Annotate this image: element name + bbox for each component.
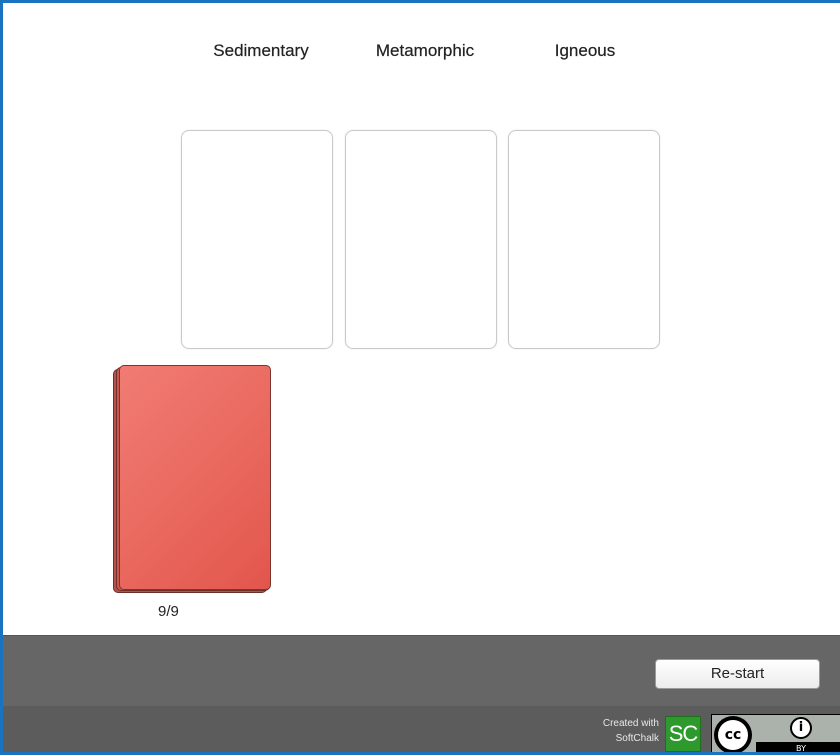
deck-counter: 9/9 <box>158 603 179 620</box>
category-label-sedimentary: Sedimentary <box>213 41 309 60</box>
created-with-text: Created with SoftChalk <box>563 716 659 746</box>
softchalk-logo-text: SC <box>668 721 699 746</box>
attribution-person-icon: i <box>790 717 812 739</box>
creative-commons-badge[interactable]: cc i BY <box>711 714 840 753</box>
by-label: BY <box>796 744 806 753</box>
footer-bar: Created with SoftChalk SC cc i BY <box>3 706 840 753</box>
card-deck[interactable] <box>113 365 275 595</box>
control-bar: Re-start <box>3 635 840 707</box>
restart-button[interactable]: Re-start <box>655 659 820 689</box>
created-with-line1: Created with <box>602 718 659 729</box>
category-label-metamorphic: Metamorphic <box>375 41 475 60</box>
drop-slot-metamorphic[interactable] <box>345 130 497 349</box>
cc-icon-text: cc <box>718 720 748 750</box>
category-label-igneous: Igneous <box>554 41 616 60</box>
created-with-line2: SoftChalk <box>615 733 659 744</box>
deck-top-card[interactable] <box>119 365 271 590</box>
cc-icon: cc <box>714 716 752 752</box>
activity-frame: Sedimentary Metamorphic Igneous 9/9 Re-s… <box>0 0 840 755</box>
drop-slot-igneous[interactable] <box>508 130 660 349</box>
by-strip: BY <box>756 742 840 753</box>
cc-attribution-panel: i BY <box>756 715 840 753</box>
softchalk-logo-icon[interactable]: SC <box>665 716 701 752</box>
drop-slot-sedimentary[interactable] <box>181 130 333 349</box>
